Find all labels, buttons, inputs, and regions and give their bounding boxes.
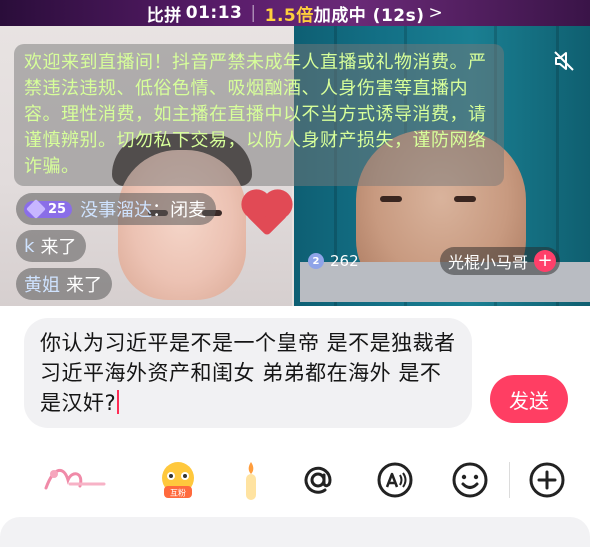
pk-label: 比拼 [146,5,182,26]
mute-icon[interactable] [549,46,579,76]
send-button[interactable]: 发送 [490,375,568,423]
svg-text:互粉: 互粉 [170,488,186,498]
bonus-status: 加成中 (12s) [313,5,425,26]
divider: | [250,3,257,23]
bonus-multiplier: 1.5倍 [264,5,314,26]
comment-input[interactable]: 你认为习近平是不是一个皇帝 是不是独裁者 习近平海外资产和闺女 弟弟都在海外 是… [24,318,472,428]
chat-message[interactable]: 25 没事溜达 ：闭麦 [16,193,217,225]
viewer-badge: 2 [308,253,324,269]
keyboard-edge [0,517,590,547]
viewer-number: 262 [330,252,359,270]
at-mention-icon[interactable] [296,458,340,502]
emoji-icon[interactable] [448,458,492,502]
brand-sticker-icon[interactable] [40,458,110,502]
viewer-count[interactable]: 2 262 [308,252,359,270]
text-caret [117,390,120,414]
fan-club-emoji-icon[interactable]: 互粉 [156,458,200,502]
chat-username[interactable]: k [24,236,34,257]
candle-icon[interactable] [229,458,273,502]
anchor-name: 光棍小马哥 [448,253,529,272]
comment-text: 你认为习近平是不是一个皇帝 是不是独裁者 习近平海外资产和闺女 弟弟都在海外 是… [40,331,456,415]
chat-text: 来了 [40,237,77,258]
chat-message[interactable]: 黄姐 来了 [16,268,112,300]
follow-plus-icon[interactable]: + [534,250,557,272]
toolbar-divider [509,462,510,498]
user-level-badge: 25 [24,199,73,219]
pk-timer: 01:13 [185,3,243,23]
chat-message[interactable]: k 来了 [16,230,87,262]
chat-text: ：闭麦 [152,200,207,221]
voice-text-icon[interactable] [373,458,417,502]
chat-username[interactable]: 没事溜达 [80,196,152,222]
anchor-tag[interactable]: 光棍小马哥 + [440,247,561,275]
chat-username[interactable]: 黄姐 [24,271,60,297]
chevron-right-icon: > [428,3,444,23]
pk-status-bar[interactable]: 比拼 01:13 | 1.5倍 加成中 (12s) > [0,0,590,26]
chat-text: 来了 [66,275,102,296]
more-plus-icon[interactable] [525,458,569,502]
platform-notice: 欢迎来到直播间！抖音严禁未成年人直播或礼物消费。严禁违法违规、低俗色情、吸烟酗酒… [14,44,504,186]
